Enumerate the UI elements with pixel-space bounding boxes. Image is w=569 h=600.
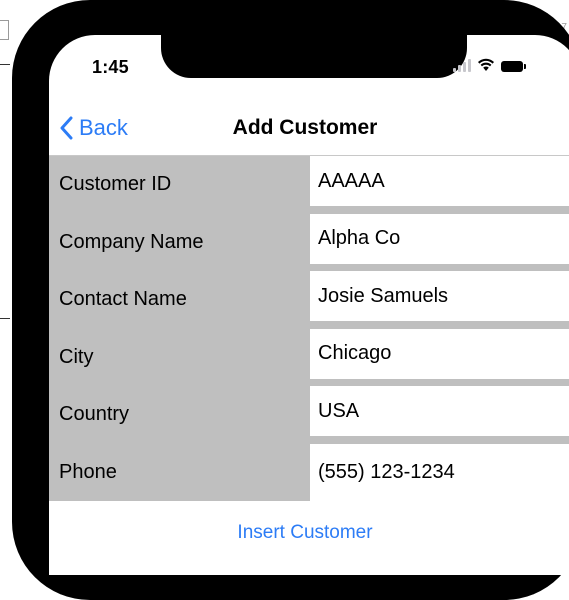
- contact-name-label: Contact Name: [49, 271, 309, 329]
- form-row-contact-name: Contact Name: [49, 271, 569, 329]
- cellular-signal-icon: [453, 58, 471, 72]
- form-row-phone: Phone: [49, 443, 569, 501]
- country-field[interactable]: [310, 386, 569, 436]
- phone-label: Phone: [49, 443, 309, 501]
- battery-icon: [501, 61, 526, 72]
- insert-customer-button[interactable]: Insert Customer: [49, 522, 561, 544]
- contact-name-field[interactable]: [310, 271, 569, 321]
- phone-frame: 1:45 Back Add Customer Customer ID AAAAA…: [12, 0, 569, 600]
- customer-form: Customer ID Company Name Contact Name Ci…: [49, 156, 569, 501]
- page-title: Add Customer: [232, 116, 378, 139]
- desktop-window-edge: [0, 20, 9, 40]
- country-label: Country: [49, 386, 309, 444]
- form-row-city: City: [49, 328, 569, 386]
- app-screen: 1:45 Back Add Customer Customer ID AAAAA…: [49, 35, 569, 575]
- company-name-field[interactable]: [310, 213, 569, 264]
- city-field[interactable]: [310, 328, 569, 379]
- desktop-background: [0, 0, 10, 562]
- status-icons: [453, 58, 526, 72]
- phone-field[interactable]: [310, 443, 569, 501]
- customer-id-label: Customer ID: [49, 156, 309, 214]
- wifi-icon: [478, 58, 494, 71]
- desktop-divider: [0, 64, 10, 65]
- company-name-label: Company Name: [49, 213, 309, 271]
- form-row-customer-id: Customer ID: [49, 156, 569, 214]
- form-row-company-name: Company Name: [49, 213, 569, 271]
- device-notch: [161, 35, 467, 78]
- desktop-divider: [0, 318, 10, 319]
- navigation-bar: Back Add Customer: [49, 103, 569, 155]
- city-label: City: [49, 328, 309, 386]
- form-row-country: Country: [49, 386, 569, 444]
- customer-id-field[interactable]: [310, 156, 569, 206]
- status-time: 1:45: [92, 57, 129, 77]
